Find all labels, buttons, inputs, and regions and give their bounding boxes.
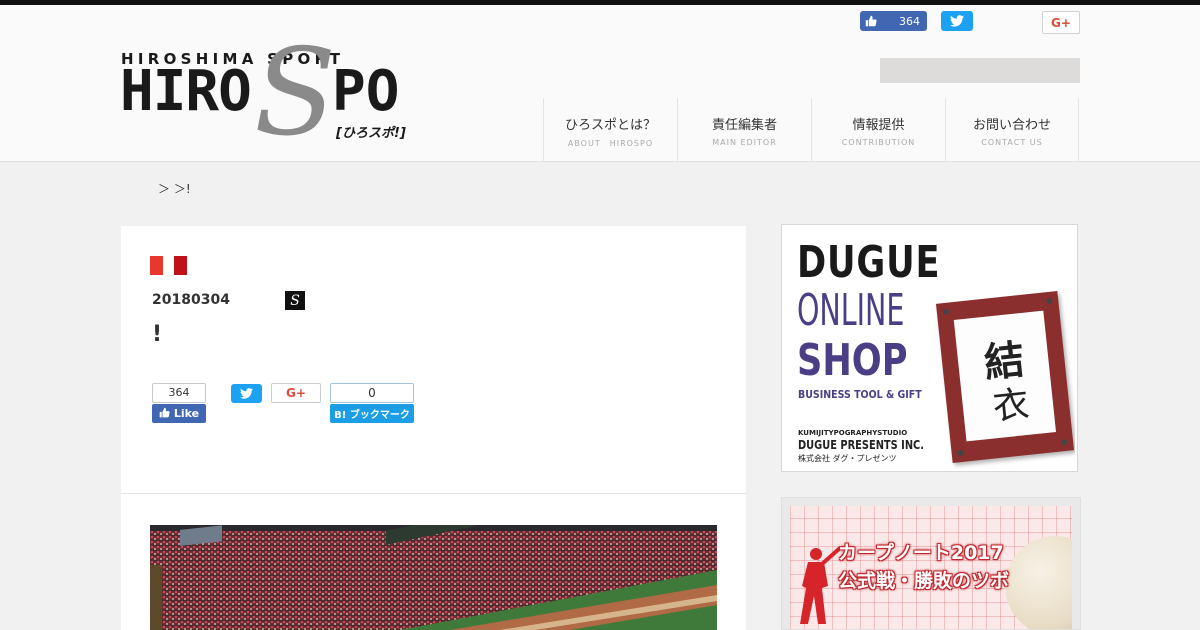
logo-japanese: [ひろスポ!] [336,126,406,141]
nav-item-label: 責任編集者 [711,118,777,133]
calligraphy-kanji: 衣 [991,383,1032,429]
google-plus-button[interactable]: G+ [1042,11,1080,34]
nav-item-label: 情報提供 [852,118,905,133]
carp-note-inner: カープノート2017 公式戦・勝敗のツボ [790,506,1072,629]
stadium-photo [150,525,717,630]
logo-hiro: HIRO [120,59,252,124]
ad-online: ONLINE [797,285,905,336]
facebook-like-label: Like [173,407,200,420]
nav-item-label: お問い合わせ [972,118,1051,133]
facebook-share-count: 364 [152,383,206,403]
nav-item-sublabel: CONTRIBUTION [841,138,916,147]
hatena-bookmark-count: 0 [330,383,414,403]
twitter-bird-icon [950,12,964,31]
site-logo[interactable]: HIROSHIMA SPORT S HIRO PO [ひろスポ!] [120,34,428,154]
ad-brand: DUGUE [797,237,941,288]
post-title: ! [152,322,163,347]
frame-pin [957,449,965,457]
nav-item-about[interactable]: ひろスポとは？ ABOUT HIROSPO [543,98,677,162]
author-icon[interactable]: S [285,291,305,310]
breadcrumb: ＞ ＞! [158,182,191,196]
thumbs-up-icon [159,407,170,421]
twitter-bird-icon [240,384,253,403]
category-tag[interactable] [150,256,163,275]
dugue-shop-banner[interactable]: DUGUE ONLINE SHOP BUSINESS TOOL & GIFT K… [781,224,1078,472]
category-tag[interactable] [174,256,187,275]
nav-item-label: ひろスポとは？ [564,118,656,133]
ad-tagline: BUSINESS TOOL & GIFT [798,388,922,401]
ad-shop: SHOP [797,335,908,386]
frame-pin [942,308,950,316]
nav-item-contribution[interactable]: 情報提供 CONTRIBUTION [811,98,945,162]
nav-item-contact[interactable]: お問い合わせ CONTACT US [945,98,1079,162]
twitter-share-button[interactable] [231,384,262,403]
facebook-like-button[interactable]: 364 [860,11,927,31]
post-date: 20180304 [152,292,230,308]
frame-pin [1060,438,1068,446]
carp-note-banner[interactable]: カープノート2017 公式戦・勝敗のツボ [781,497,1081,630]
ad-company: 株式会社 ダグ・プレゼンツ [798,454,897,463]
site-header: HIROSHIMA SPORT S HIRO PO [ひろスポ!] 364 G+… [0,5,1200,162]
ad-subtitle: 公式戦・勝敗のツボ [838,570,1010,592]
main-nav: ひろスポとは？ ABOUT HIROSPO 責任編集者 MAIN EDITOR … [543,98,1079,162]
calligraphy-paper: 結 衣 [953,310,1057,442]
nav-item-sublabel: MAIN EDITOR [712,138,777,147]
category-tags [150,256,187,275]
picture-frame-image: 結 衣 [935,291,1075,463]
ad-presents: DUGUE PRESENTS INC. [798,438,925,452]
facebook-like-share[interactable]: 364 Like [152,383,206,423]
thumbs-up-icon [860,15,882,27]
frame-pin [1045,297,1053,305]
ad-title: カープノート2017 [838,542,1004,564]
twitter-share-button[interactable] [941,11,973,31]
dugue-banner-inner: DUGUE ONLINE SHOP BUSINESS TOOL & GIFT K… [784,227,1075,469]
logo-po: PO [332,59,400,124]
logo-s-letter: S [254,24,337,163]
nav-item-main-editor[interactable]: 責任編集者 MAIN EDITOR [677,98,811,162]
nav-item-sublabel: CONTACT US [981,138,1043,147]
nav-item-sublabel: ABOUT HIROSPO [567,139,654,148]
batter-silhouette-icon [792,546,842,629]
ad-studio: KUMIJITYPOGRAPHYSTUDIO [798,429,908,437]
article-card: 20180304 S ! 364 Like G+ 0 B! ブックマーク [121,226,746,630]
search-input[interactable] [880,58,1080,83]
baseball-icon [1005,536,1072,629]
hatena-bookmark-button[interactable]: B! ブックマーク [330,404,414,423]
hatena-bookmark-share[interactable]: 0 B! ブックマーク [330,383,414,423]
facebook-like-count: 364 [899,14,920,28]
card-divider [121,493,746,494]
google-plus-share-button[interactable]: G+ [271,383,321,403]
facebook-like-button[interactable]: Like [152,404,206,423]
